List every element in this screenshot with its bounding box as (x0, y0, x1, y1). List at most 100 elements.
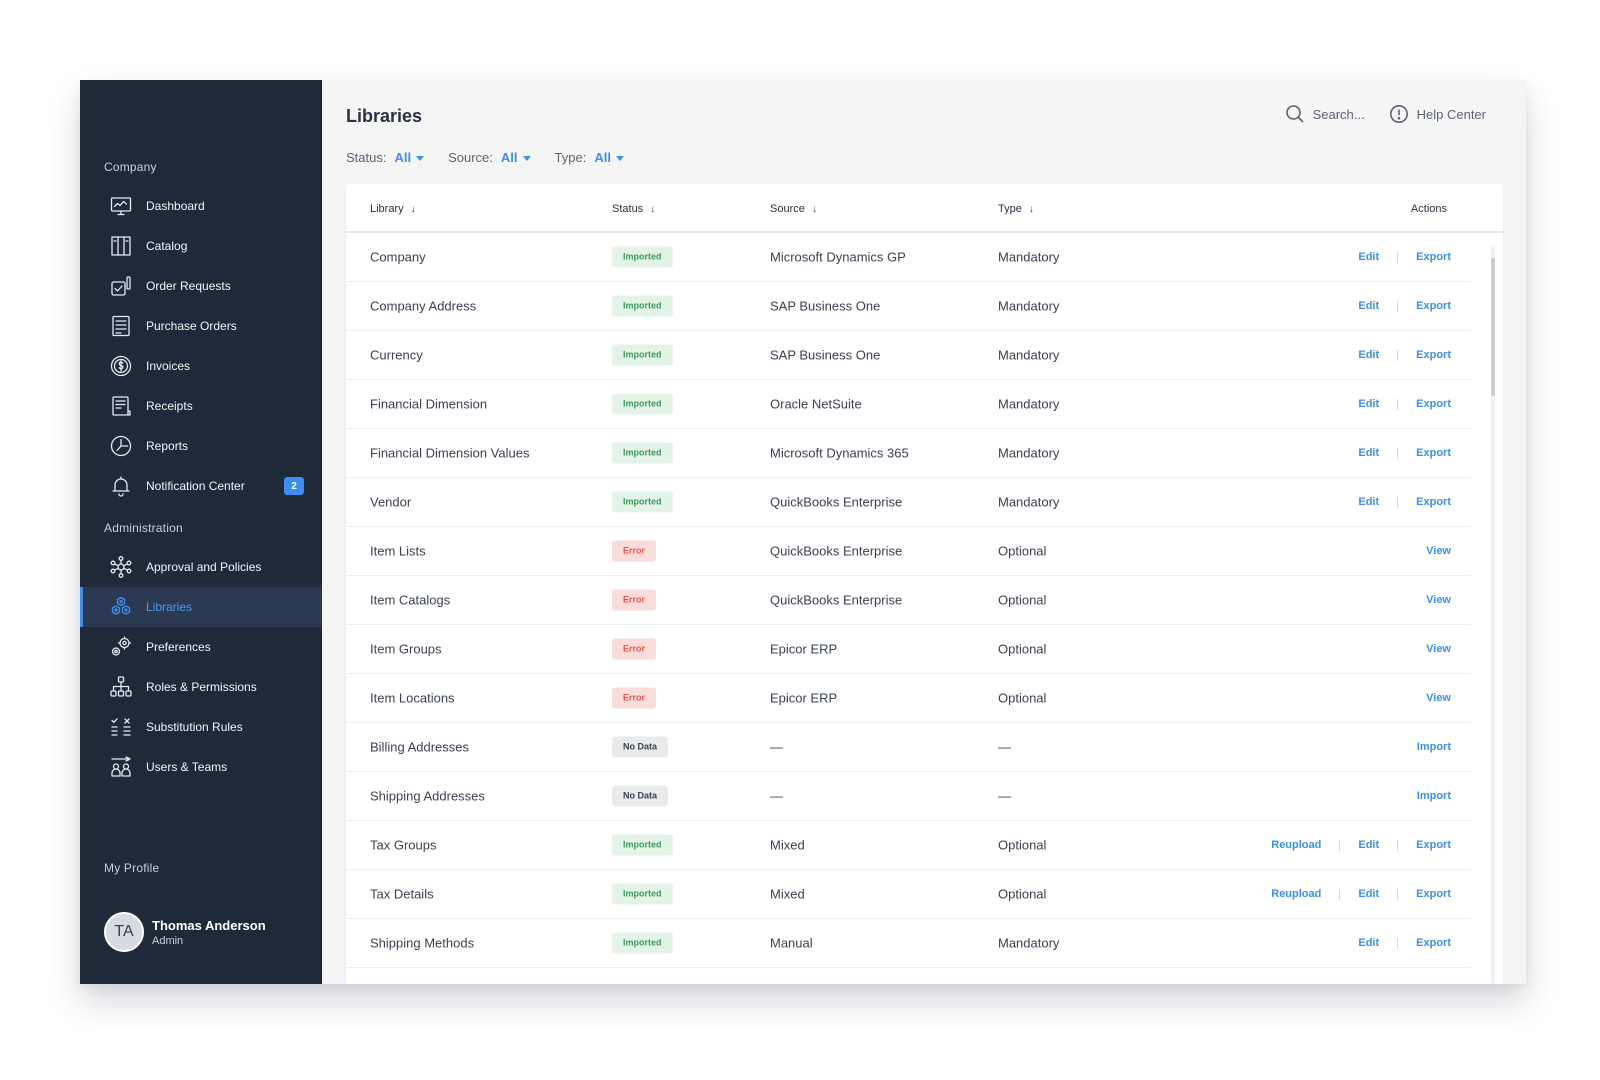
source-name: QuickBooks Enterprise (770, 592, 903, 608)
table-row[interactable]: Item Catalogs Error QuickBooks Enterprise O… (346, 576, 1471, 625)
status-filter-value[interactable]: All (394, 150, 411, 165)
sidebar-item-invoices[interactable]: Invoices (80, 346, 322, 386)
export-link[interactable]: Export (1416, 398, 1451, 410)
table-row[interactable]: Vendor Imported QuickBooks Enterprise Manda… (346, 478, 1471, 527)
column-header-status-label: Status (612, 203, 644, 215)
sidebar-item-catalog[interactable]: Catalog (80, 226, 322, 266)
table-row[interactable]: Item Locations Error Epicor ERP Optional Vie… (346, 674, 1471, 723)
sidebar-item-receipts[interactable]: Receipts (80, 386, 322, 426)
sidebar-item-libraries[interactable]: Libraries (80, 587, 322, 627)
table-row[interactable]: Company Imported Microsoft Dynamics GP Mand… (346, 233, 1471, 282)
profile-role: Admin (152, 934, 184, 947)
status-cell: Imported (612, 932, 673, 954)
profile[interactable]: TA Thomas Anderson Admin (104, 912, 266, 952)
sidebar-item-users-teams[interactable]: Users & Teams (80, 747, 322, 787)
vertical-scrollbar[interactable] (1491, 246, 1495, 984)
source-name: Epicor ERP (770, 641, 838, 657)
status-cell: Error (612, 540, 657, 562)
import-link[interactable]: Import (1417, 741, 1451, 753)
type-filter-value[interactable]: All (594, 150, 611, 165)
sidebar-item-roles-permissions[interactable]: Roles & Permissions (80, 667, 322, 707)
column-header-source[interactable]: Source ↓ (770, 203, 817, 215)
reupload-link[interactable]: Reupload (1271, 839, 1321, 851)
sidebar-item-label: Receipts (146, 399, 193, 413)
column-header-type[interactable]: Type ↓ (998, 203, 1034, 215)
source-filter[interactable]: Source: All (448, 150, 531, 165)
reupload-link[interactable]: Reupload (1271, 888, 1321, 900)
sort-arrow-icon: ↓ (410, 203, 416, 215)
sidebar-item-preferences[interactable]: Preferences (80, 627, 322, 667)
search-button[interactable]: Search... (1285, 104, 1365, 124)
table-row[interactable]: Item Groups Error Epicor ERP Optional View (346, 625, 1471, 674)
export-link[interactable]: Export (1416, 251, 1451, 263)
import-link[interactable]: Import (1417, 790, 1451, 802)
export-link[interactable]: Export (1416, 888, 1451, 900)
view-link[interactable]: View (1426, 692, 1451, 704)
source-name: SAP Business One (770, 347, 881, 363)
edit-link[interactable]: Edit (1358, 447, 1379, 459)
table-row[interactable]: Item Lists Error QuickBooks Enterprise Opti… (346, 527, 1471, 576)
view-link[interactable]: View (1426, 545, 1451, 557)
edit-link[interactable]: Edit (1358, 300, 1379, 312)
sidebar-item-approval-and-policies[interactable]: Approval and Policies (80, 547, 322, 587)
edit-link[interactable]: Edit (1358, 839, 1379, 851)
sidebar-item-reports[interactable]: Reports (80, 426, 322, 466)
preferences-icon (108, 634, 134, 660)
edit-link[interactable]: Edit (1358, 496, 1379, 508)
table-row[interactable]: Tax Groups Imported Mixed Optional Reupload E… (346, 821, 1471, 870)
search-icon (1285, 105, 1304, 123)
export-link[interactable]: Export (1416, 300, 1451, 312)
sort-arrow-icon: ↓ (1028, 203, 1034, 215)
sidebar-item-label: Catalog (146, 239, 188, 253)
type-filter-label: Type: (554, 150, 587, 165)
table-row[interactable]: Billing Addresses No Data — — Import (346, 723, 1471, 772)
table-row[interactable]: Shipping Methods Imported Manual Mandatory E… (346, 919, 1471, 968)
edit-link[interactable]: Edit (1358, 398, 1379, 410)
reports-icon (108, 433, 134, 459)
status-filter-label: Status: (346, 150, 387, 165)
status-badge: Imported (612, 834, 673, 856)
sidebar-item-notification-center[interactable]: Notification Center 2 (80, 466, 322, 506)
table-row[interactable]: Shipping Addresses No Data — — Import (346, 772, 1471, 821)
source-filter-value[interactable]: All (501, 150, 518, 165)
action-divider (1397, 349, 1399, 361)
edit-link[interactable]: Edit (1358, 349, 1379, 361)
sidebar-item-substitution-rules[interactable]: Substitution Rules (80, 707, 322, 747)
action-divider (1397, 888, 1399, 900)
row-actions: Reupload Edit Export (1271, 839, 1451, 851)
column-header-library-label: Library (370, 203, 404, 215)
export-link[interactable]: Export (1416, 447, 1451, 459)
export-link[interactable]: Export (1416, 496, 1451, 508)
row-actions: Import (1417, 790, 1451, 802)
export-link[interactable]: Export (1416, 839, 1451, 851)
type-filter[interactable]: Type: All (555, 150, 624, 165)
edit-link[interactable]: Edit (1358, 251, 1379, 263)
sidebar-item-dashboard[interactable]: Dashboard (80, 186, 322, 226)
column-header-status[interactable]: Status ↓ (612, 203, 655, 215)
sidebar-item-order-requests[interactable]: Order Requests (80, 266, 322, 306)
export-link[interactable]: Export (1416, 937, 1451, 949)
column-header-library[interactable]: Library ↓ (370, 203, 416, 215)
scrollbar-thumb[interactable] (1491, 258, 1495, 396)
edit-link[interactable]: Edit (1358, 937, 1379, 949)
table-row[interactable]: Company Address Imported SAP Business One M… (346, 282, 1471, 331)
edit-link[interactable]: Edit (1358, 888, 1379, 900)
view-link[interactable]: View (1426, 643, 1451, 655)
sidebar-item-purchase-orders[interactable]: Purchase Orders (80, 306, 322, 346)
sidebar-item-label: Order Requests (146, 279, 231, 293)
status-badge: Error (612, 540, 657, 562)
export-link[interactable]: Export (1416, 349, 1451, 361)
help-center-button[interactable]: Help Center (1389, 104, 1486, 124)
view-link[interactable]: View (1426, 594, 1451, 606)
source-name: QuickBooks Enterprise (770, 494, 903, 510)
status-filter[interactable]: Status: All (346, 150, 425, 165)
table-row[interactable]: Tax Details Imported Mixed Optional Reupload… (346, 870, 1471, 919)
row-actions: View (1426, 643, 1451, 655)
table-row[interactable]: Financial Dimension Imported Oracle NetSui… (346, 380, 1471, 429)
status-cell: Imported (612, 883, 673, 905)
sidebar-item-label: Roles & Permissions (146, 680, 257, 694)
sidebar-item-label: Reports (146, 439, 189, 453)
table-row[interactable]: Financial Dimension Values Imported Micros… (346, 429, 1471, 478)
table-row[interactable]: Currency Imported SAP Business One Mandator… (346, 331, 1471, 380)
avatar[interactable]: TA (104, 912, 144, 952)
